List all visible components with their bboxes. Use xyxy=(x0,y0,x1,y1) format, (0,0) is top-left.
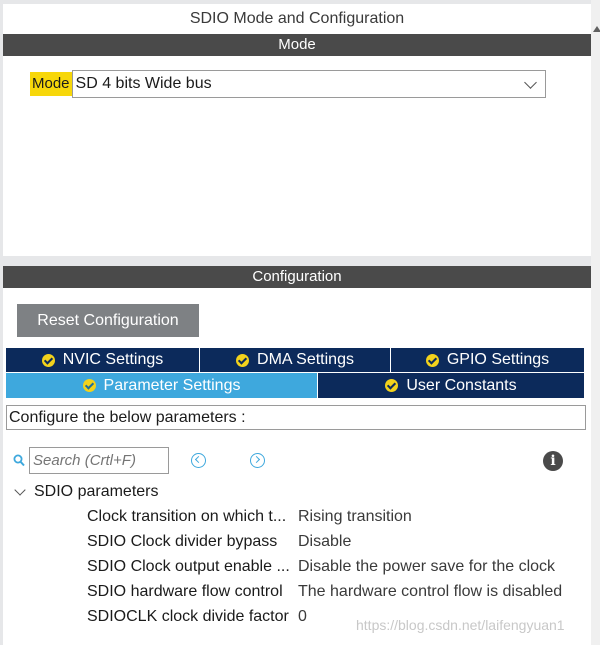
parameter-value[interactable]: 0 xyxy=(298,608,307,626)
tab-label: Parameter Settings xyxy=(103,376,241,394)
mode-panel: SDIO Mode and Configuration Mode xyxy=(3,4,591,256)
parameter-name: SDIO Clock divider bypass xyxy=(87,532,278,550)
configuration-section-header: Configuration xyxy=(3,266,591,288)
chevron-down-icon[interactable] xyxy=(523,76,537,89)
tab-gpio-settings[interactable]: GPIO Settings xyxy=(391,348,584,372)
scroll-up-arrow-icon[interactable] xyxy=(593,26,600,32)
mode-section-header: Mode xyxy=(3,34,591,56)
mode-label: Mode xyxy=(30,72,72,96)
next-arrow-icon[interactable] xyxy=(250,452,265,468)
check-circle-icon xyxy=(236,353,250,367)
watermark: https://blog.csdn.net/laifengyuan1 xyxy=(356,617,565,633)
tab-dma-settings[interactable]: DMA Settings xyxy=(200,348,391,372)
search-input[interactable] xyxy=(29,446,169,474)
parameter-value[interactable]: Rising transition xyxy=(298,508,412,526)
instructions-text: Configure the below parameters : xyxy=(6,405,586,430)
check-circle-icon xyxy=(385,379,399,392)
tab-label: GPIO Settings xyxy=(446,351,550,368)
parameter-row[interactable]: SDIO Clock divider bypass Disable xyxy=(87,529,562,554)
mode-dropdown[interactable]: SD 4 bits Wide bus xyxy=(71,70,546,98)
chevron-down-icon[interactable] xyxy=(14,484,26,496)
settings-tabs-row-2: Parameter Settings User Constants xyxy=(6,373,584,398)
search-row xyxy=(13,446,265,474)
parameter-row[interactable]: SDIO hardware flow control The hardware … xyxy=(87,579,562,604)
check-circle-icon xyxy=(82,379,96,392)
parameter-name: SDIO Clock output enable ... xyxy=(87,557,290,575)
parameter-group-header[interactable]: SDIO parameters xyxy=(13,482,158,502)
settings-tabs-row-1: NVIC Settings DMA Settings GPIO Settings xyxy=(6,348,584,372)
tab-label: DMA Settings xyxy=(257,351,354,368)
parameter-name: SDIO hardware flow control xyxy=(87,582,283,600)
parameter-list: Clock transition on which t... Rising tr… xyxy=(87,504,562,629)
mode-selected-value: SD 4 bits Wide bus xyxy=(75,75,212,92)
check-circle-icon xyxy=(425,353,439,367)
mode-row: Mode SD 4 bits Wide bus xyxy=(30,70,546,98)
panel-title: SDIO Mode and Configuration xyxy=(189,10,405,27)
parameter-name: SDIOCLK clock divide factor xyxy=(87,607,289,625)
configuration-panel: Configuration Reset Configuration NVIC S… xyxy=(3,266,591,645)
tab-label: User Constants xyxy=(406,376,517,394)
tab-label: NVIC Settings xyxy=(62,351,164,368)
check-circle-icon xyxy=(41,353,55,367)
tab-user-constants[interactable]: User Constants xyxy=(318,373,584,398)
search-icon[interactable] xyxy=(13,454,25,467)
parameter-value[interactable]: The hardware control flow is disabled xyxy=(298,583,562,601)
parameter-value[interactable]: Disable the power save for the clock xyxy=(298,558,555,576)
tab-nvic-settings[interactable]: NVIC Settings xyxy=(6,348,200,372)
parameter-name: Clock transition on which t... xyxy=(87,507,287,525)
group-label: SDIO parameters xyxy=(34,483,159,500)
info-icon[interactable]: i xyxy=(543,451,563,471)
parameter-value[interactable]: Disable xyxy=(298,533,351,551)
parameter-row[interactable]: Clock transition on which t... Rising tr… xyxy=(87,504,562,529)
parameter-row[interactable]: SDIO Clock output enable ... Disable the… xyxy=(87,554,562,579)
tab-parameter-settings[interactable]: Parameter Settings xyxy=(6,373,318,398)
vertical-scrollbar[interactable] xyxy=(591,0,600,645)
prev-arrow-icon[interactable] xyxy=(191,452,206,468)
reset-configuration-button[interactable]: Reset Configuration xyxy=(17,304,199,337)
